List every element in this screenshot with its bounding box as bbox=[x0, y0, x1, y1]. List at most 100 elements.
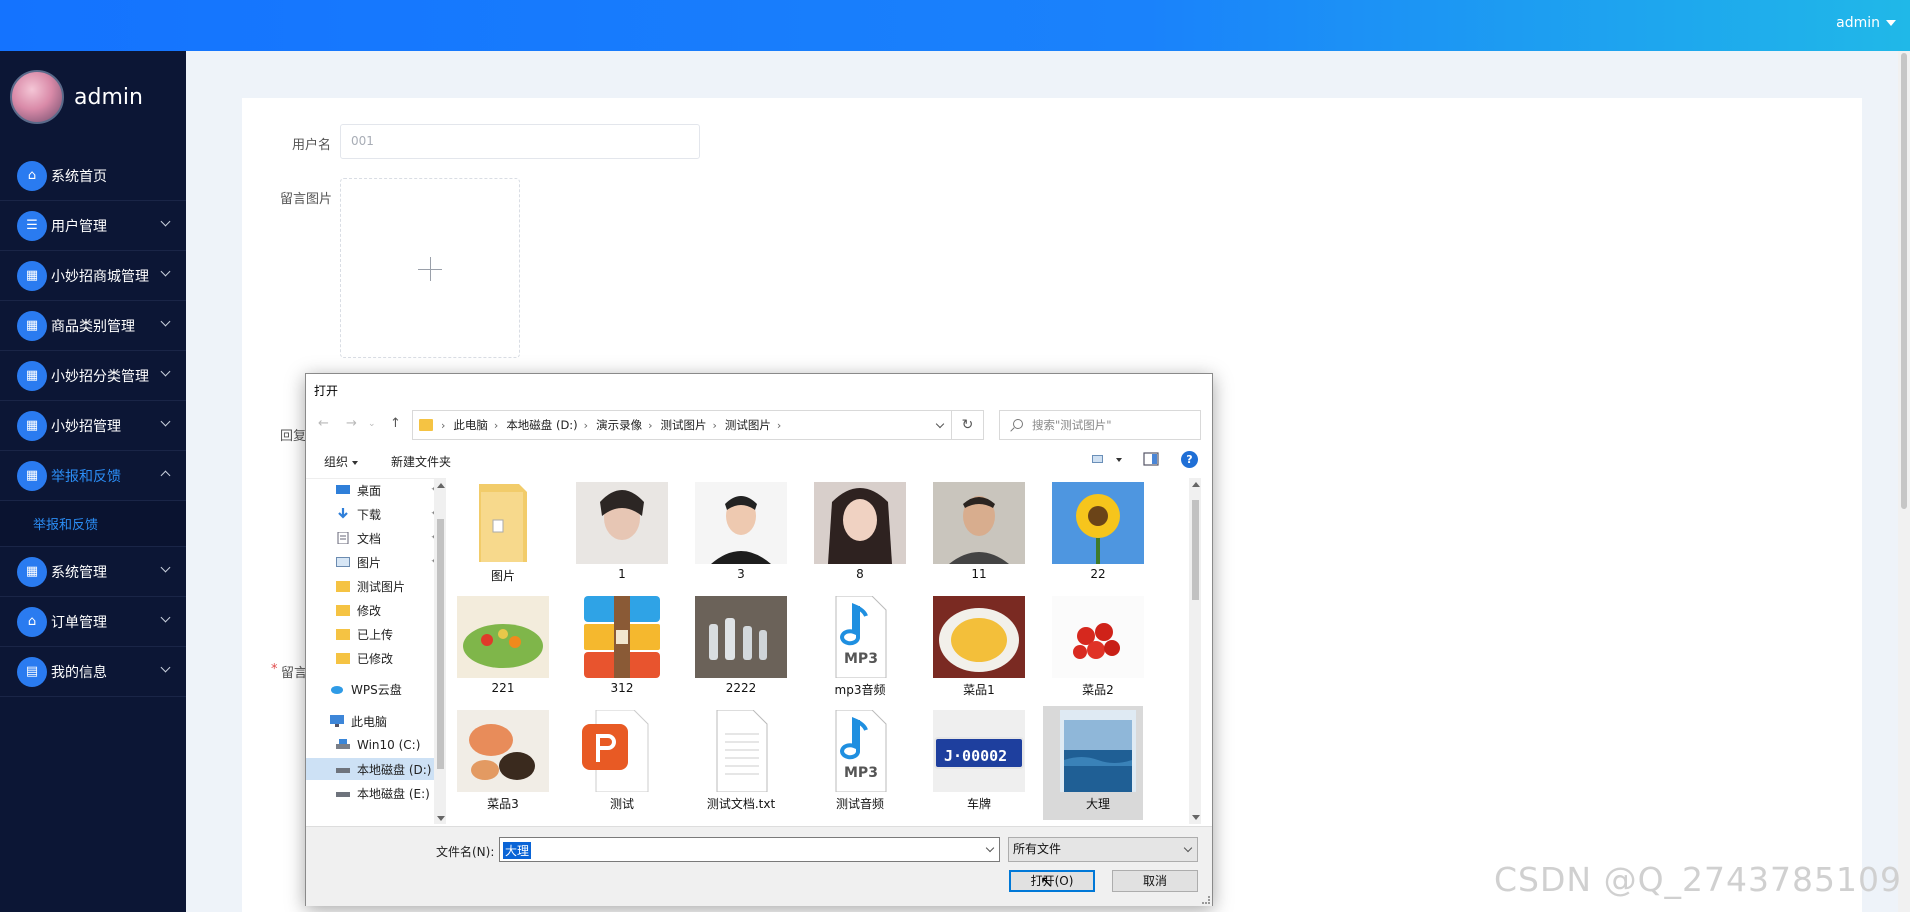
nav-pane-item[interactable]: 文档✦ bbox=[306, 527, 446, 549]
file-name: 菜品2 bbox=[1082, 683, 1114, 697]
drive-icon bbox=[336, 792, 350, 797]
chevron-down-icon bbox=[160, 266, 171, 277]
page-scrollbar[interactable] bbox=[1898, 51, 1910, 912]
up-arrow-icon[interactable]: ↑ bbox=[390, 416, 401, 431]
sidebar-item-my-info[interactable]: ▤ 我的信息 bbox=[0, 647, 186, 697]
scroll-up-icon[interactable] bbox=[1192, 482, 1200, 487]
forward-arrow-icon[interactable]: → bbox=[346, 416, 357, 431]
file-name: 测试音频 bbox=[835, 797, 884, 811]
organize-button[interactable]: 组织 bbox=[324, 453, 359, 470]
file-item-selected[interactable]: 大理 bbox=[1043, 706, 1143, 820]
filename-input[interactable]: 大理 bbox=[499, 837, 1000, 862]
back-arrow-icon[interactable]: ← bbox=[318, 416, 329, 431]
file-item[interactable]: 图片 bbox=[448, 478, 548, 592]
scroll-down-icon[interactable] bbox=[1192, 815, 1200, 820]
file-item[interactable]: MP3 测试音频 bbox=[805, 706, 905, 820]
file-list-scrollbar[interactable] bbox=[1189, 478, 1201, 824]
photo-thumbnail bbox=[933, 596, 1025, 678]
file-item[interactable]: 11 bbox=[924, 478, 1025, 592]
nav-pane-item[interactable]: 本地磁盘 (D:) bbox=[306, 758, 446, 780]
nav-pane-scrollbar-thumb[interactable] bbox=[437, 519, 444, 769]
resize-grip-icon[interactable] bbox=[1202, 896, 1210, 904]
file-name: 22 bbox=[1090, 567, 1106, 581]
breadcrumb-item[interactable]: 测试图片 bbox=[725, 417, 771, 433]
nav-pane-item[interactable]: 下载✦ bbox=[306, 503, 446, 525]
nav-pane-scrollbar[interactable] bbox=[434, 479, 446, 824]
breadcrumb-sep-icon: › bbox=[648, 418, 653, 432]
file-item[interactable]: 221 bbox=[448, 592, 549, 706]
file-item[interactable]: 1 bbox=[567, 478, 668, 592]
filetype-select[interactable]: 所有文件 bbox=[1008, 837, 1198, 862]
nav-pane-item[interactable]: 此电脑 bbox=[306, 710, 446, 732]
file-open-dialog: 打开 ← → ⌄ ↑ › 此电脑 › 本地磁盘 (D:) › 演示录像 › 测试… bbox=[305, 373, 1213, 906]
file-item[interactable]: 3 bbox=[686, 478, 787, 592]
breadcrumb-item[interactable]: 本地磁盘 (D:) bbox=[506, 417, 577, 433]
file-item[interactable]: 测试 bbox=[567, 706, 667, 820]
address-bar[interactable]: › 此电脑 › 本地磁盘 (D:) › 演示录像 › 测试图片 › 测试图片 › bbox=[412, 410, 952, 440]
preview-pane-icon[interactable] bbox=[1143, 452, 1159, 466]
grid-icon: ▦ bbox=[17, 410, 47, 441]
file-item[interactable]: 22 bbox=[1043, 478, 1144, 592]
file-item[interactable]: 菜品2 bbox=[1043, 592, 1144, 706]
help-icon[interactable]: ? bbox=[1181, 451, 1198, 468]
nav-pane-label: 图片 bbox=[357, 555, 382, 570]
scroll-up-icon[interactable] bbox=[437, 483, 445, 488]
file-item[interactable]: J·00002 车牌 bbox=[924, 706, 1025, 820]
nav-pane-label: 下载 bbox=[357, 507, 382, 522]
view-mode-icon[interactable] bbox=[1091, 452, 1107, 466]
cancel-button[interactable]: 取消 bbox=[1112, 870, 1198, 892]
page-scrollbar-thumb[interactable] bbox=[1901, 53, 1907, 509]
nav-pane-item[interactable]: 已修改 bbox=[306, 647, 446, 669]
ppt-file-icon bbox=[582, 710, 649, 792]
file-item[interactable]: MP3 mp3音频 bbox=[805, 592, 905, 706]
chevron-down-icon[interactable] bbox=[935, 419, 945, 429]
sidebar-item-category[interactable]: ▦ 商品类别管理 bbox=[0, 301, 186, 351]
nav-pane-item[interactable]: 桌面✦ bbox=[306, 479, 446, 501]
sidebar-item-home[interactable]: ⌂ 系统首页 bbox=[0, 151, 186, 201]
image-upload[interactable] bbox=[340, 178, 520, 358]
refresh-button[interactable]: ↻ bbox=[952, 410, 984, 440]
sidebar-item-shop[interactable]: ▦ 小妙招商城管理 bbox=[0, 251, 186, 301]
reply-label: 回复 bbox=[280, 429, 307, 444]
breadcrumb-item[interactable]: 演示录像 bbox=[596, 417, 642, 433]
breadcrumb-item[interactable]: 测试图片 bbox=[660, 417, 706, 433]
sidebar-item-tips[interactable]: ▦ 小妙招管理 bbox=[0, 401, 186, 451]
recent-dropdown-icon[interactable]: ⌄ bbox=[368, 419, 376, 429]
file-list-scrollbar-thumb[interactable] bbox=[1192, 500, 1199, 600]
nav-pane-item[interactable]: 本地磁盘 (E:) bbox=[306, 782, 446, 804]
username-input[interactable]: 001 bbox=[340, 124, 700, 159]
search-input[interactable]: 搜索"测试图片" bbox=[999, 410, 1201, 440]
sidebar-item-orders[interactable]: ⌂ 订单管理 bbox=[0, 597, 186, 647]
new-folder-button[interactable]: 新建文件夹 bbox=[391, 453, 451, 470]
avatar bbox=[10, 70, 64, 124]
nav-pane-item[interactable]: Win10 (C:) bbox=[306, 734, 446, 756]
breadcrumb-sep-icon: › bbox=[441, 418, 446, 432]
file-item[interactable]: 测试文档.txt bbox=[686, 706, 786, 820]
sidebar-item-system[interactable]: ▦ 系统管理 bbox=[0, 547, 186, 597]
chevron-down-icon bbox=[160, 562, 171, 573]
breadcrumb-item[interactable]: 此电脑 bbox=[453, 417, 488, 433]
sidebar-item-users[interactable]: ☰ 用户管理 bbox=[0, 201, 186, 251]
sidebar-item-tip-category[interactable]: ▦ 小妙招分类管理 bbox=[0, 351, 186, 401]
photo-thumbnail bbox=[695, 482, 787, 564]
scroll-down-icon[interactable] bbox=[437, 816, 445, 821]
file-item[interactable]: 312 bbox=[567, 592, 667, 706]
file-item[interactable]: 菜品3 bbox=[448, 706, 549, 820]
nav-pane-item[interactable]: 图片✦ bbox=[306, 551, 446, 573]
nav-pane-item[interactable]: 测试图片 bbox=[306, 575, 446, 597]
chevron-down-icon[interactable] bbox=[985, 843, 995, 853]
file-name: 312 bbox=[610, 681, 634, 695]
file-item[interactable]: 8 bbox=[805, 478, 906, 592]
sidebar-item-label: 小妙招分类管理 bbox=[51, 368, 149, 385]
nav-pane-item[interactable]: WPS云盘 bbox=[306, 678, 446, 700]
archive-icon bbox=[584, 596, 660, 678]
view-dropdown-button[interactable] bbox=[1112, 452, 1122, 466]
sidebar-item-feedback[interactable]: ▦ 举报和反馈 bbox=[0, 451, 186, 501]
file-item[interactable]: 2222 bbox=[686, 592, 787, 706]
file-item[interactable]: 菜品1 bbox=[924, 592, 1025, 706]
nav-pane-item[interactable]: 修改 bbox=[306, 599, 446, 621]
user-menu[interactable]: admin bbox=[1836, 15, 1896, 31]
nav-pane-item[interactable]: 已上传 bbox=[306, 623, 446, 645]
sidebar-subitem-feedback[interactable]: 举报和反馈 bbox=[0, 501, 186, 547]
search-placeholder: 搜索"测试图片" bbox=[1032, 418, 1112, 432]
